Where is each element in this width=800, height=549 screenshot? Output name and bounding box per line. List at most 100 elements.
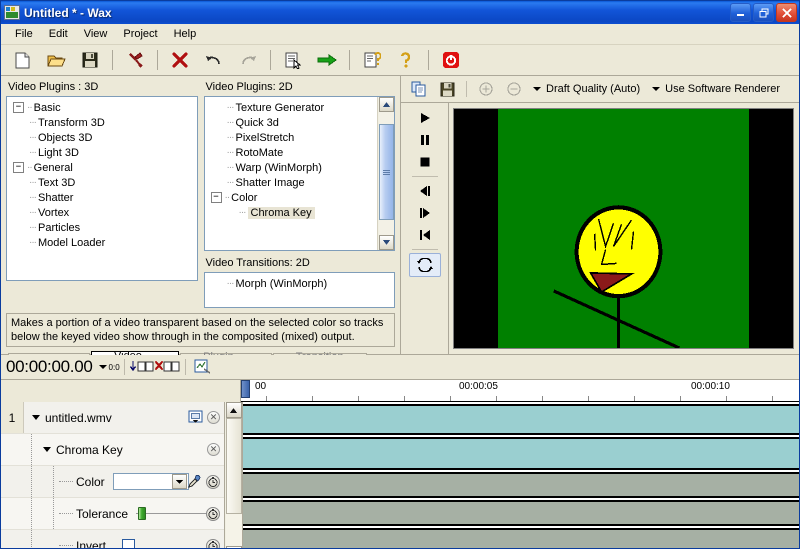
tree-node[interactable]: − ·· Color xyxy=(205,190,378,205)
tree-node[interactable]: − ·· General xyxy=(7,160,197,175)
tree-node[interactable]: ··· Shatter Image xyxy=(205,175,378,190)
pause-button[interactable] xyxy=(410,129,440,151)
tree-node[interactable]: ··· Light 3D xyxy=(7,145,197,160)
tree-node[interactable]: ··· Model Loader xyxy=(7,235,197,250)
delete-track-button[interactable] xyxy=(154,357,181,377)
close-button[interactable] xyxy=(776,3,797,22)
step-forward-button[interactable] xyxy=(410,202,440,224)
tree-node[interactable]: ··· Morph (WinMorph) xyxy=(205,276,395,291)
timeline-clips-area[interactable] xyxy=(243,402,799,548)
eyedropper-icon[interactable] xyxy=(187,474,202,489)
keyframe-editor-button[interactable] xyxy=(190,357,216,377)
tree-node[interactable]: ··· PixelStretch xyxy=(205,130,378,145)
track-row-header[interactable]: 1 untitled.wmv ✕ xyxy=(1,402,224,434)
tree-node[interactable]: ··· Shatter xyxy=(7,190,197,205)
tree-node[interactable]: ··· RotoMate xyxy=(205,145,378,160)
tree-node-chroma-key[interactable]: ··· Chroma Key xyxy=(205,205,378,220)
video-canvas[interactable] xyxy=(453,108,794,349)
menu-help[interactable]: Help xyxy=(166,26,205,42)
tree-node[interactable]: ··· Quick 3d xyxy=(205,115,378,130)
title-bar: Untitled * - Wax xyxy=(1,1,799,24)
slider-thumb[interactable] xyxy=(138,507,147,520)
tolerance-slider[interactable] xyxy=(136,507,209,520)
property-row-color[interactable]: Color xyxy=(1,466,224,498)
property-row-invert[interactable]: Invert xyxy=(1,530,224,548)
scroll-down-icon[interactable] xyxy=(378,235,394,250)
properties-page-icon[interactable] xyxy=(276,47,310,73)
copy-to-clipboard-icon[interactable] xyxy=(406,78,432,100)
tree-node[interactable]: ··· Vortex xyxy=(7,205,197,220)
timecode-format-dropdown[interactable]: 0:0 xyxy=(98,363,120,372)
tree-node[interactable]: ··· Texture Generator xyxy=(205,100,378,115)
quality-dropdown[interactable]: Draft Quality (Auto) xyxy=(529,83,646,95)
restore-button[interactable] xyxy=(753,3,774,22)
question-help-icon[interactable] xyxy=(389,47,423,73)
menu-edit[interactable]: Edit xyxy=(41,26,76,42)
property-row-tolerance[interactable]: Tolerance xyxy=(1,498,224,530)
timeline-clip[interactable] xyxy=(243,404,799,435)
tree-node[interactable]: ··· Particles xyxy=(7,220,197,235)
expand-triangle-icon[interactable] xyxy=(32,415,40,420)
scrollbar-thumb[interactable] xyxy=(225,418,242,514)
track-properties-icon[interactable] xyxy=(188,410,203,425)
tree-node[interactable]: ··· Transform 3D xyxy=(7,115,197,130)
menu-file[interactable]: File xyxy=(7,26,41,42)
chevron-down-icon[interactable] xyxy=(171,474,187,489)
color-combo[interactable] xyxy=(112,473,189,490)
tracks-vertical-scrollbar[interactable] xyxy=(225,402,243,548)
menu-view[interactable]: View xyxy=(76,26,116,42)
scrollbar-thumb[interactable] xyxy=(378,124,394,220)
new-document-icon[interactable] xyxy=(5,47,39,73)
help-doc-icon[interactable] xyxy=(355,47,389,73)
tree-node[interactable]: − ·· Basic xyxy=(7,100,197,115)
save-disk-icon[interactable] xyxy=(73,47,107,73)
goto-start-button[interactable] xyxy=(410,224,440,246)
timeline-ruler-row: 00 00:00:05 00:00:10 xyxy=(1,380,799,402)
plugins-3d-listbox[interactable]: − ·· Basic ··· Transform 3D ··· Objects … xyxy=(6,96,198,281)
timeline-clip[interactable] xyxy=(243,528,799,548)
renderer-dropdown[interactable]: Use Software Renderer xyxy=(648,83,786,95)
open-folder-icon[interactable] xyxy=(39,47,73,73)
tree-node[interactable]: ··· Text 3D xyxy=(7,175,197,190)
plugins-2d-listbox[interactable]: ··· Texture Generator ··· Quick 3d ··· P… xyxy=(203,96,395,251)
red-power-stop-icon[interactable] xyxy=(434,47,468,73)
stop-button[interactable] xyxy=(410,151,440,173)
video-preview-area[interactable] xyxy=(449,103,799,354)
timecode-display[interactable]: 00:00:00.00 xyxy=(1,357,93,377)
expander-minus-icon[interactable]: − xyxy=(13,162,24,173)
menu-project[interactable]: Project xyxy=(115,26,165,42)
minimize-button[interactable] xyxy=(730,3,751,22)
timeline-clip[interactable] xyxy=(243,472,799,498)
timeline-clip[interactable] xyxy=(243,437,799,470)
scroll-up-icon[interactable] xyxy=(378,97,394,112)
keyframe-icon[interactable] xyxy=(206,506,220,521)
save-frame-icon[interactable] xyxy=(434,78,460,100)
undo-arrow-icon[interactable] xyxy=(197,47,231,73)
scrollbar-track[interactable] xyxy=(225,418,242,546)
timeline-clip[interactable] xyxy=(243,500,799,526)
insert-track-button[interactable] xyxy=(129,357,155,377)
green-arrow-render-icon[interactable] xyxy=(310,47,344,73)
timeline-ruler[interactable]: 00 00:00:05 00:00:10 xyxy=(241,380,799,402)
plugins-2d-scrollbar[interactable] xyxy=(377,97,394,250)
keyframe-icon[interactable] xyxy=(206,538,220,548)
step-back-button[interactable] xyxy=(410,180,440,202)
expand-triangle-icon[interactable] xyxy=(43,447,51,452)
expander-minus-icon[interactable]: − xyxy=(13,102,24,113)
tree-node[interactable]: ··· Warp (WinMorph) xyxy=(205,160,378,175)
hammer-build-icon[interactable] xyxy=(118,47,152,73)
delete-x-icon[interactable] xyxy=(163,47,197,73)
transitions-2d-listbox[interactable]: ··· Morph (WinMorph) xyxy=(203,272,395,308)
scrollbar-track[interactable] xyxy=(378,112,394,235)
tree-node[interactable]: ··· Objects 3D xyxy=(7,130,197,145)
close-icon[interactable]: ✕ xyxy=(207,443,220,456)
keyframe-icon[interactable] xyxy=(206,474,220,489)
play-button[interactable] xyxy=(410,107,440,129)
loop-toggle[interactable] xyxy=(408,253,441,277)
close-icon[interactable]: ✕ xyxy=(207,411,220,424)
invert-checkbox[interactable] xyxy=(122,539,136,548)
expander-minus-icon[interactable]: − xyxy=(210,192,222,203)
effect-row-header[interactable]: Chroma Key ✕ xyxy=(1,434,224,466)
playhead-cursor[interactable] xyxy=(241,380,250,398)
scroll-up-icon[interactable] xyxy=(225,402,242,418)
